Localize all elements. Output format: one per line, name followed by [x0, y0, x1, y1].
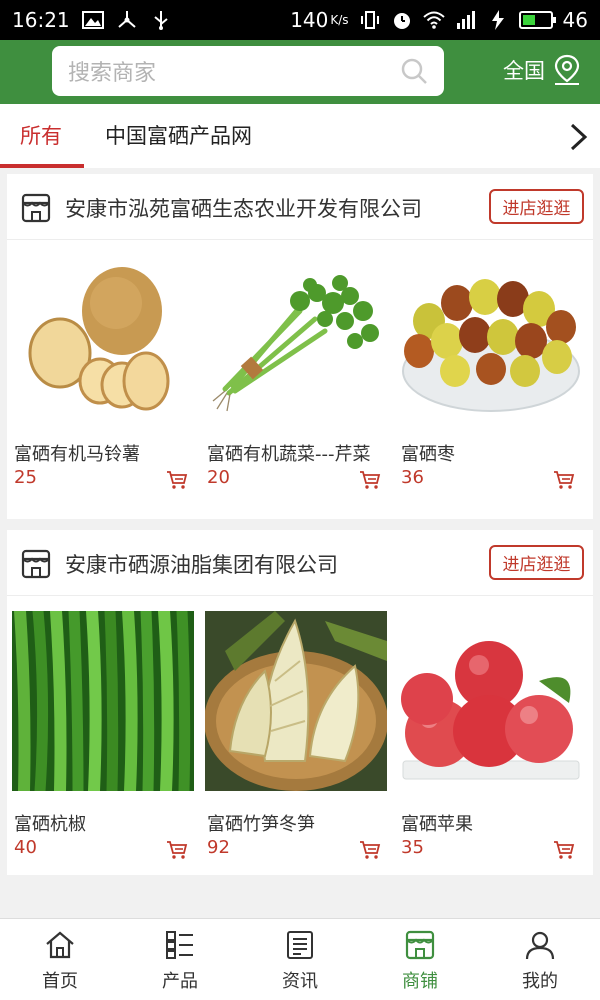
visit-store-button[interactable]: 进店逛逛	[489, 545, 584, 580]
product-image-bamboo-shoot[interactable]	[205, 611, 387, 791]
nav-home[interactable]: 首页	[0, 919, 120, 1000]
product-price: 25	[14, 467, 37, 488]
product-card[interactable]: 富硒杭椒 40	[12, 611, 194, 871]
image-notification-icon	[81, 11, 104, 29]
shop-card: 安康市泓苑富硒生态农业开发有限公司 进店逛逛 富硒有机马铃薯 25 富硒有机蔬菜…	[7, 174, 593, 519]
cart-icon[interactable]	[553, 840, 575, 860]
alarm-icon	[393, 13, 410, 29]
cart-icon[interactable]	[359, 840, 381, 860]
status-bar: 16:21 140 K/s 46	[0, 0, 600, 40]
shop-name[interactable]: 安康市硒源油脂集团有限公司	[65, 549, 338, 579]
search-input[interactable]: 搜索商家	[52, 46, 444, 96]
bottom-navigation: 首页 产品 资讯 商铺 我的	[0, 918, 600, 1000]
status-time: 16:21	[12, 8, 70, 32]
location-pin-icon	[554, 54, 580, 85]
product-image-jujube[interactable]	[399, 241, 581, 421]
product-name: 富硒竹笋冬笋	[207, 814, 315, 835]
product-image-apple[interactable]	[399, 611, 581, 791]
vibrate-icon	[360, 11, 379, 29]
cart-icon[interactable]	[166, 470, 188, 490]
cart-icon[interactable]	[166, 840, 188, 860]
product-card[interactable]: 富硒竹笋冬笋 92	[205, 611, 387, 871]
nav-news[interactable]: 资讯	[240, 919, 360, 1000]
region-label: 全国	[503, 59, 545, 83]
battery-level: 46	[562, 8, 588, 32]
app-header: 搜索商家 全国	[0, 40, 600, 104]
nav-label: 首页	[42, 971, 78, 992]
nav-label: 资讯	[282, 971, 318, 992]
cart-icon[interactable]	[553, 470, 575, 490]
news-icon	[287, 931, 313, 959]
product-name: 富硒杭椒	[14, 814, 86, 835]
home-icon	[46, 931, 74, 959]
charging-icon	[491, 10, 504, 30]
nav-me[interactable]: 我的	[480, 919, 600, 1000]
nav-stores[interactable]: 商铺	[360, 919, 480, 1000]
product-price: 35	[401, 837, 424, 858]
product-card[interactable]: 富硒有机蔬菜---芹菜 20	[205, 241, 387, 501]
store-icon	[21, 193, 51, 223]
product-card[interactable]: 富硒有机马铃薯 25	[12, 241, 194, 501]
visit-store-button[interactable]: 进店逛逛	[489, 189, 584, 224]
store-icon	[405, 930, 435, 960]
product-image-potato[interactable]	[12, 241, 194, 421]
product-price: 20	[207, 467, 230, 488]
product-image-celery[interactable]	[205, 241, 387, 421]
product-price: 36	[401, 467, 424, 488]
region-selector[interactable]: 全国	[503, 54, 581, 86]
product-price: 40	[14, 837, 37, 858]
product-card[interactable]: 富硒苹果 35	[399, 611, 581, 871]
shop-header: 安康市硒源油脂集团有限公司 进店逛逛	[7, 530, 593, 596]
search-placeholder: 搜索商家	[68, 61, 157, 86]
product-image-hangzhou-pepper[interactable]	[12, 611, 194, 791]
net-speed-unit: K/s	[330, 13, 349, 27]
share-notification-icon	[117, 11, 136, 28]
chevron-right-icon[interactable]	[566, 122, 590, 152]
usb-icon	[154, 11, 168, 30]
tab-all[interactable]: 所有	[20, 120, 62, 150]
nav-products[interactable]: 产品	[120, 919, 240, 1000]
tab-china-selenium-network[interactable]: 中国富硒产品网	[105, 120, 252, 150]
shop-name[interactable]: 安康市泓苑富硒生态农业开发有限公司	[65, 193, 422, 223]
cart-icon[interactable]	[359, 470, 381, 490]
product-card[interactable]: 富硒枣 36	[399, 241, 581, 501]
signal-icon	[456, 11, 475, 29]
battery-icon	[518, 11, 556, 29]
nav-label: 商铺	[402, 971, 438, 992]
shop-card: 安康市硒源油脂集团有限公司 进店逛逛 富硒杭椒 40 富硒竹笋冬笋 92 富硒苹…	[7, 530, 593, 875]
battery-fill	[522, 15, 535, 25]
net-speed: 140	[290, 8, 329, 32]
category-tabs: 所有 中国富硒产品网	[0, 104, 600, 168]
store-icon	[21, 549, 51, 579]
product-name: 富硒枣	[401, 444, 455, 465]
wifi-icon	[422, 11, 445, 29]
product-price: 92	[207, 837, 230, 858]
user-icon	[525, 931, 555, 960]
search-icon[interactable]	[400, 57, 428, 85]
shop-header: 安康市泓苑富硒生态农业开发有限公司 进店逛逛	[7, 174, 593, 240]
nav-label: 我的	[522, 971, 558, 992]
product-name: 富硒苹果	[401, 814, 473, 835]
product-name: 富硒有机蔬菜---芹菜	[207, 444, 371, 465]
nav-label: 产品	[162, 971, 198, 992]
product-name: 富硒有机马铃薯	[14, 444, 140, 465]
list-icon	[166, 931, 193, 959]
active-tab-indicator	[0, 164, 84, 168]
